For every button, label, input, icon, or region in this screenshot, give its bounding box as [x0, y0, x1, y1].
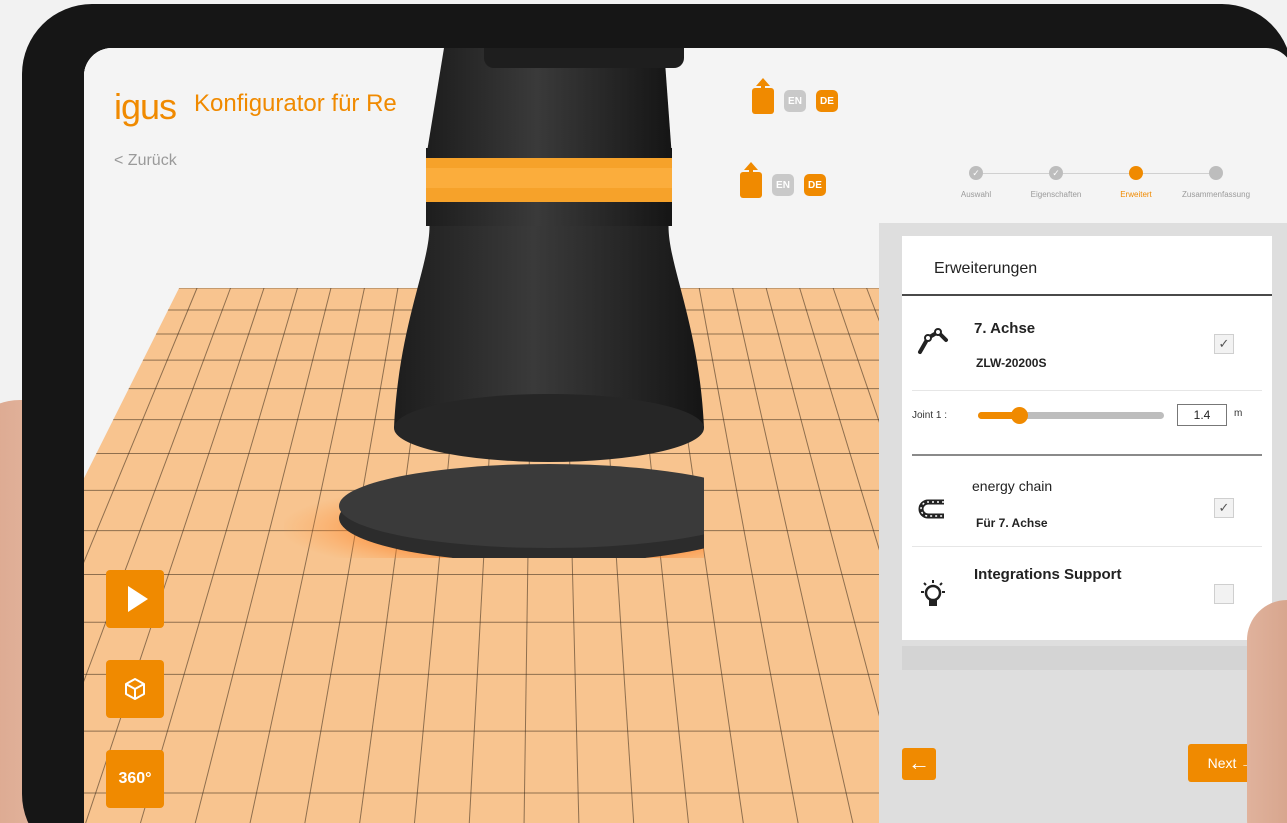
language-bar-top: EN DE — [752, 78, 838, 114]
robot-arm-icon — [916, 324, 950, 358]
igus-logo: igus — [114, 86, 177, 127]
divider — [912, 390, 1262, 391]
step-label: Auswahl — [960, 190, 992, 199]
card-header: Erweiterungen — [902, 236, 1272, 296]
lang-en-button[interactable]: EN — [772, 174, 794, 196]
check-icon: ✓ — [969, 166, 983, 180]
step-label: Zusammenfassung — [1181, 190, 1251, 199]
play-button[interactable] — [106, 570, 164, 628]
robot-model[interactable] — [284, 48, 704, 558]
joint-unit: m — [1234, 408, 1243, 419]
step-auswahl[interactable]: ✓ Auswahl — [936, 166, 1016, 200]
check-icon: ✓ — [1049, 166, 1063, 180]
cube-view-button[interactable] — [106, 660, 164, 718]
slider-thumb[interactable] — [1010, 407, 1028, 424]
joint-label: Joint 1 : — [912, 410, 948, 421]
language-bar: EN DE — [740, 162, 826, 198]
step-label: Erweitert — [1120, 190, 1152, 199]
item-sub: ZLW-20200S — [976, 356, 1047, 370]
joint-value-input[interactable]: 1.4 — [1177, 404, 1227, 426]
lang-de-button[interactable]: DE — [816, 90, 838, 112]
divider — [912, 454, 1262, 456]
joint-slider-row: Joint 1 : 1.4 m — [902, 394, 1272, 436]
right-hand — [1247, 600, 1287, 823]
step-zusammenfassung[interactable]: Zusammenfassung — [1176, 166, 1256, 200]
item-name: energy chain — [972, 478, 1053, 494]
item-sub: Für 7. Achse — [976, 516, 1048, 530]
step-label: Eigenschaften — [1030, 190, 1082, 199]
card-footer — [902, 646, 1272, 670]
checkbox-energy-chain[interactable]: ✓ — [1214, 498, 1234, 518]
prev-step-button[interactable]: ← — [902, 748, 936, 780]
card-title: Erweiterungen — [934, 260, 1038, 277]
back-link[interactable]: < Zurück — [114, 152, 177, 170]
app-screen: igus Konfigurator für Re < Zurück EN DE — [84, 48, 1287, 823]
lang-de-button[interactable]: DE — [804, 174, 826, 196]
arrow-left-icon: ← — [908, 750, 930, 775]
list-item-7-achse[interactable]: 7. Achse ZLW-20200S ✓ — [902, 298, 1272, 390]
item-name: Integrations Support — [974, 566, 1122, 583]
active-step-dot — [1129, 166, 1143, 180]
extensions-card: Erweiterungen 7. Achse ZLW-20200S ✓ Join… — [902, 236, 1272, 640]
tablet-frame: igus Konfigurator für Re < Zurück EN DE — [22, 4, 1287, 823]
step-erweitert[interactable]: Erweitert — [1096, 166, 1176, 200]
cube-icon — [125, 678, 145, 700]
lang-en-button[interactable]: EN — [784, 90, 806, 112]
item-name: 7. Achse — [974, 320, 1036, 337]
share-icon[interactable] — [752, 78, 774, 114]
rotate-360-icon: 360° — [118, 770, 152, 787]
step-dot — [1209, 166, 1223, 180]
list-item-energy-chain[interactable]: energy chain Für 7. Achse ✓ — [902, 460, 1272, 546]
list-item-integrations-support[interactable]: Integrations Support — [902, 548, 1272, 638]
checkbox-7-achse[interactable]: ✓ — [1214, 334, 1234, 354]
joint-slider[interactable] — [978, 407, 1164, 424]
energy-chain-icon — [916, 492, 950, 526]
progress-stepper: ✓ Auswahl ✓ Eigenschaften Erweitert Zusa… — [942, 166, 1262, 226]
step-eigenschaften[interactable]: ✓ Eigenschaften — [1016, 166, 1096, 200]
divider — [912, 546, 1262, 547]
lightbulb-icon — [916, 578, 950, 612]
share-icon[interactable] — [740, 162, 762, 198]
rotate-360-button[interactable]: 360° — [106, 750, 164, 808]
checkbox-integrations-support[interactable] — [1214, 584, 1234, 604]
